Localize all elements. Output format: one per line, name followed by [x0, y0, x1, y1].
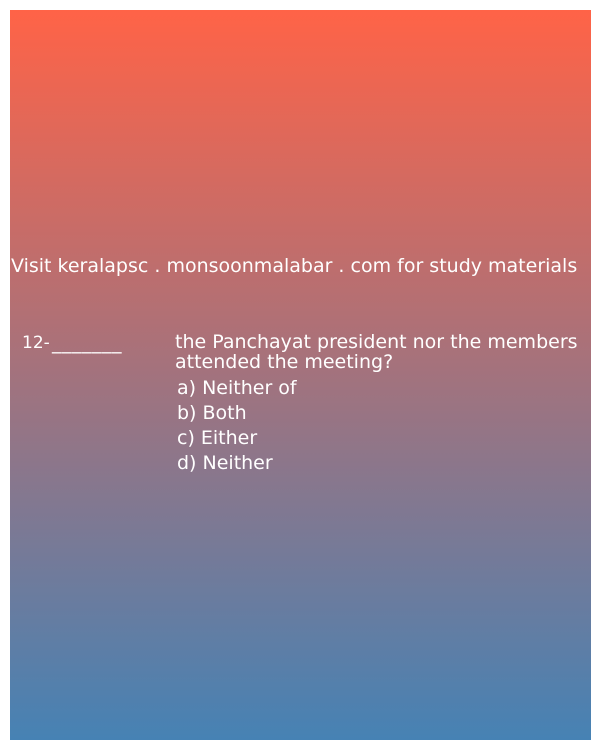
question-blank: _______ [52, 332, 122, 354]
question-card: Visit keralapsc . monsoonmalabar . com f… [10, 10, 591, 740]
question-number: 12- [22, 333, 50, 353]
answer-options: a) Neither of b) Both c) Either d) Neith… [177, 376, 297, 476]
option-b[interactable]: b) Both [177, 401, 297, 426]
option-d[interactable]: d) Neither [177, 451, 297, 476]
option-c[interactable]: c) Either [177, 426, 297, 451]
option-a[interactable]: a) Neither of [177, 376, 297, 401]
question-text: the Panchayat president nor the members … [175, 331, 578, 373]
promo-text: Visit keralapsc . monsoonmalabar . com f… [11, 255, 578, 277]
